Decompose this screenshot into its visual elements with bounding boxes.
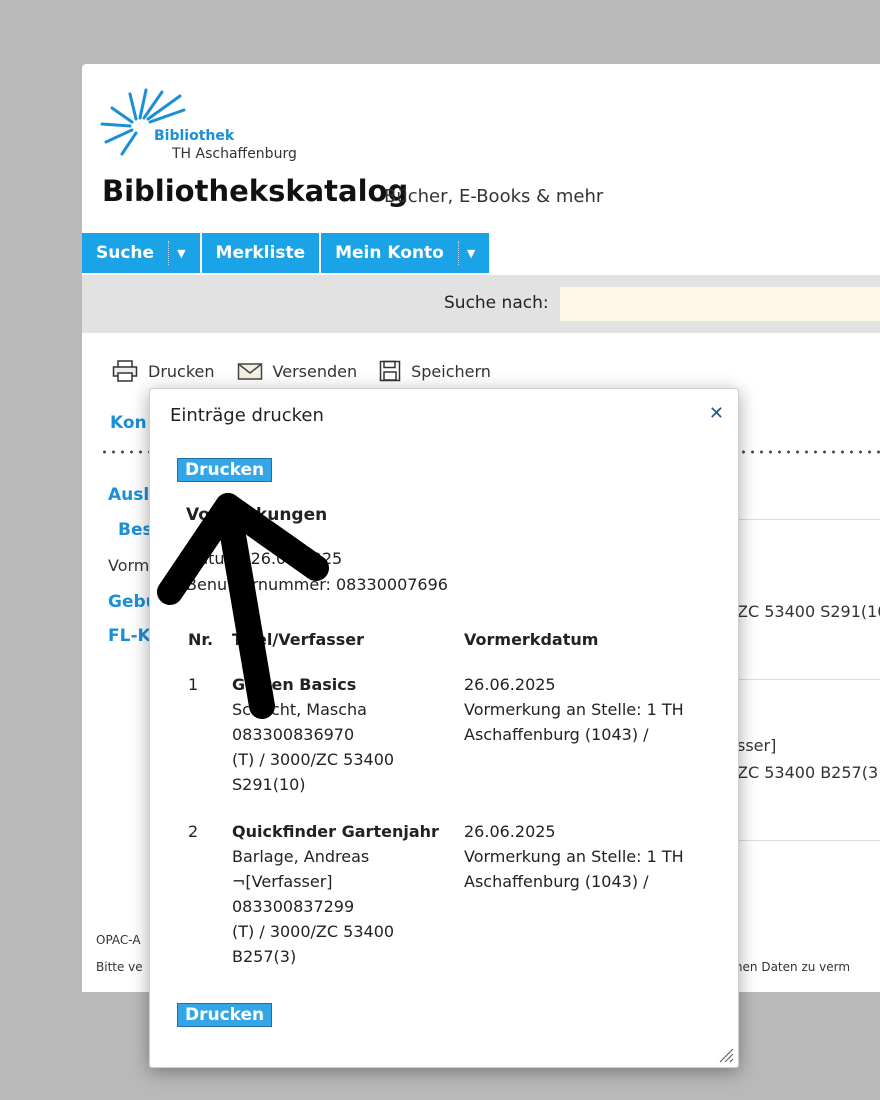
floppy-icon [379, 360, 401, 382]
row-1-status-line2: Aschaffenburg (1043) / [464, 725, 649, 744]
row-2-title: Quickfinder Gartenjahr [232, 822, 439, 841]
row-1-signature: (T) / 3000/ZC 53400 [232, 750, 395, 769]
printer-icon [112, 360, 138, 382]
footer-notice-end: ichen Daten zu verm [725, 960, 851, 974]
bg-signature-1: ZC 53400 S291(10 [737, 602, 880, 621]
column-nr: Nr. [188, 630, 214, 649]
library-logo[interactable]: Bibliothek TH Aschaffenburg [100, 88, 300, 168]
nav-mein-konto[interactable]: Mein Konto ▼ [321, 233, 490, 273]
row-2-date: 26.06.2025 [464, 822, 556, 841]
row-1-date: 26.06.2025 [464, 675, 556, 694]
row-2-signature-end: B257(3) [232, 947, 297, 966]
bg-signature-2: ZC 53400 B257(3 [737, 763, 879, 782]
nav-merkliste-label: Merkliste [215, 243, 306, 263]
link-bestellungen[interactable]: Bes [118, 520, 153, 540]
text-vormerkungen: Vorm [108, 556, 150, 575]
link-konto[interactable]: Kon [110, 413, 147, 433]
row-1-status-line1: Vormerkung an Stelle: 1 TH [464, 700, 684, 719]
table-row: Quickfinder Gartenjahr Barlage, Andreas … [232, 819, 452, 969]
print-button-bottom[interactable]: Drucken [177, 1003, 273, 1027]
logo-text-th: TH Aschaffenburg [172, 146, 297, 162]
row-2-status-line1: Vormerkung an Stelle: 1 TH [464, 847, 684, 866]
footer-opac: OPAC-A [96, 933, 141, 947]
row-1-status: 26.06.2025 Vormerkung an Stelle: 1 TH As… [464, 672, 724, 747]
search-input[interactable] [560, 287, 880, 321]
save-action-label: Speichern [411, 361, 491, 381]
column-title: Titel/Verfasser [232, 630, 365, 649]
envelope-icon [237, 363, 262, 380]
print-action[interactable]: Drucken [112, 360, 215, 382]
column-date: Vormerkdatum [464, 630, 599, 649]
save-action[interactable]: Speichern [379, 360, 491, 382]
search-label: Suche nach: [444, 293, 549, 313]
row-1-signature-end: S291(10) [232, 775, 306, 794]
action-toolbar: Drucken Versenden Speichern [112, 360, 513, 382]
row-1-nr: 1 [188, 675, 199, 694]
close-icon[interactable]: ✕ [709, 403, 724, 424]
catalog-subtitle: Bücher, E-Books & mehr [384, 186, 604, 207]
send-action-label: Versenden [272, 361, 358, 381]
date-line: Datum: 26.06.2025 [186, 549, 343, 568]
row-2-author: Barlage, Andreas [232, 847, 370, 866]
row-2-status: 26.06.2025 Vormerkung an Stelle: 1 TH As… [464, 819, 724, 894]
row-divider [737, 679, 880, 680]
nav-merkliste[interactable]: Merkliste [201, 233, 320, 273]
chevron-down-icon[interactable]: ▼ [168, 241, 186, 265]
footer-notice: Bitte ve [96, 960, 143, 974]
print-button-top[interactable]: Drucken [177, 458, 273, 482]
dialog-title: Einträge drucken [170, 405, 324, 426]
table-row: Garten Basics Schacht, Mascha 0833008369… [232, 672, 452, 797]
send-action[interactable]: Versenden [237, 361, 358, 381]
row-2-status-line2: Aschaffenburg (1043) / [464, 872, 649, 891]
nav-konto-label: Mein Konto [335, 243, 444, 263]
row-2-role: ¬[Verfasser] [232, 872, 333, 891]
row-divider [737, 519, 880, 520]
nav-search[interactable]: Suche ▼ [82, 233, 200, 273]
row-1-title: Garten Basics [232, 675, 357, 694]
row-1-barcode: 083300836970 [232, 725, 355, 744]
print-action-label: Drucken [148, 361, 215, 381]
nav-search-label: Suche [96, 243, 155, 263]
resize-handle-icon[interactable] [718, 1047, 734, 1063]
print-dialog: Einträge drucken ✕ Drucken Vormerkungen … [149, 388, 739, 1068]
link-ausleihen[interactable]: Ausl [108, 485, 149, 505]
logo-text-bibliothek: Bibliothek [154, 128, 235, 144]
main-nav: Suche ▼ Merkliste Mein Konto ▼ [82, 233, 491, 273]
chevron-down-icon[interactable]: ▼ [457, 241, 475, 265]
row-2-signature: (T) / 3000/ZC 53400 [232, 922, 395, 941]
link-fernleihe[interactable]: FL-K [108, 626, 151, 646]
bg-role: sser] [737, 736, 777, 755]
search-bar: Suche nach: [82, 275, 880, 333]
row-divider [737, 840, 880, 841]
user-number-line: Benutzernummer: 08330007696 [186, 575, 448, 594]
dialog-heading: Vormerkungen [186, 505, 328, 525]
row-2-barcode: 083300837299 [232, 897, 355, 916]
row-2-nr: 2 [188, 822, 199, 841]
catalog-title: Bibliothekskatalog [102, 174, 409, 208]
row-1-author: Schacht, Mascha [232, 700, 367, 719]
